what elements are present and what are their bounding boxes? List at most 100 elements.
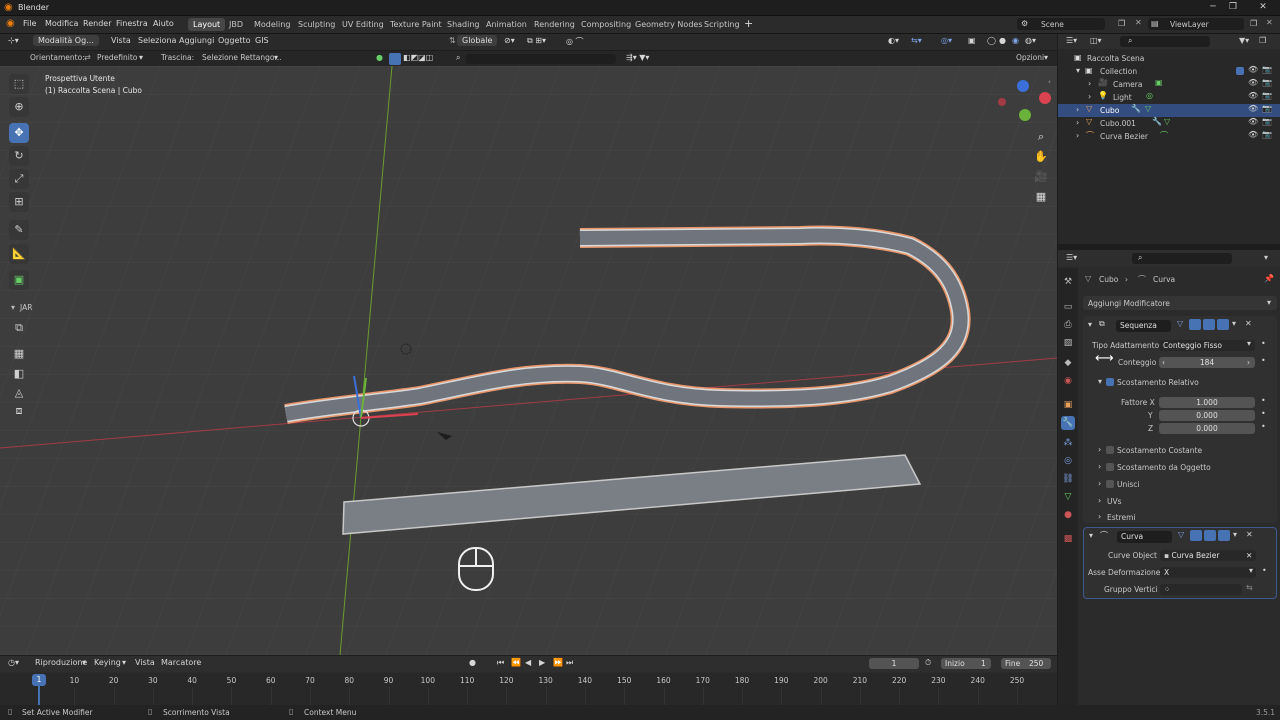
collection-checkbox[interactable] bbox=[1236, 67, 1244, 75]
display-mode-icon[interactable]: ◫▾ bbox=[1090, 36, 1102, 45]
deform-axis-dropdown[interactable]: X bbox=[1160, 567, 1256, 578]
drag-dropdown[interactable]: Selezione Rettango... bbox=[202, 53, 282, 62]
select-box-icon[interactable] bbox=[389, 53, 401, 65]
jar-tool-5-icon[interactable]: ⧈ bbox=[9, 401, 29, 421]
menu-vista[interactable]: Vista bbox=[111, 36, 131, 45]
new-collection-icon[interactable]: ❐ bbox=[1259, 36, 1266, 45]
outliner-root[interactable]: ▣ Raccolta Scena bbox=[1058, 52, 1280, 65]
subpanel-caps[interactable]: Estremi bbox=[1107, 513, 1136, 522]
select-tool-icon[interactable]: ⬚ bbox=[9, 74, 29, 94]
render-camera-icon[interactable]: 📷 bbox=[1262, 104, 1272, 113]
constraints-tab-icon[interactable]: ⛓ bbox=[1061, 472, 1075, 486]
wireframe-shading-icon[interactable]: ◯ bbox=[987, 36, 996, 45]
subpanel-constant-offset[interactable]: Scostamento Costante bbox=[1117, 446, 1202, 455]
viewport-toggle-icon[interactable] bbox=[1203, 319, 1215, 330]
maximize-icon[interactable]: ❐ bbox=[1222, 2, 1244, 14]
add-modifier-button[interactable]: Aggiungi Modificatore ▾ bbox=[1083, 296, 1277, 310]
ortho-grid-icon[interactable]: ▦ bbox=[1032, 188, 1050, 206]
texture-tab-icon[interactable]: ▩ bbox=[1061, 532, 1075, 546]
edit-mode-toggle-icon[interactable]: ▽ bbox=[1178, 530, 1184, 539]
modifier-wrench-icon[interactable]: 🔧 bbox=[1131, 104, 1141, 113]
visibility-eye-icon[interactable]: 👁 bbox=[1248, 91, 1258, 100]
mesh-data-icon[interactable]: ▽ bbox=[1164, 117, 1170, 126]
menu-gis[interactable]: GIS bbox=[255, 36, 269, 45]
pin-icon[interactable]: 📌 bbox=[1264, 274, 1274, 283]
tab-geometry-nodes[interactable]: Geometry Nodes bbox=[630, 18, 707, 31]
outliner-row-cubo[interactable]: › ▽ Cubo 🔧 ▽ 👁 📷 bbox=[1058, 104, 1280, 117]
pan-hand-icon[interactable]: ✋ bbox=[1032, 148, 1050, 166]
visibility-eye-icon[interactable]: 👁 bbox=[1248, 65, 1258, 74]
nav-gizmo-z-icon[interactable] bbox=[1017, 80, 1029, 92]
modifier-delete-icon[interactable]: ✕ bbox=[1245, 319, 1252, 328]
outliner-row-collection[interactable]: ▾ ▣ Collection 👁 📷 bbox=[1058, 65, 1280, 78]
start-frame-field[interactable]: Inizio 1 bbox=[941, 658, 991, 669]
delete-scene-icon[interactable]: ✕ bbox=[1135, 18, 1142, 27]
subpanel-chevron-icon[interactable]: › bbox=[1098, 445, 1101, 454]
solid-shading-icon[interactable]: ● bbox=[999, 36, 1006, 45]
relative-offset-checkbox[interactable] bbox=[1106, 378, 1114, 386]
render-camera-icon[interactable]: 📷 bbox=[1262, 130, 1272, 139]
expand-chevron-icon[interactable]: › bbox=[1076, 105, 1079, 114]
outliner-row-cubo001[interactable]: › ▽ Cubo.001 🔧 ▽ 👁 📷 bbox=[1058, 117, 1280, 130]
particles-tab-icon[interactable]: ⁂ bbox=[1061, 436, 1075, 450]
expand-chevron-icon[interactable]: › bbox=[1088, 92, 1091, 101]
outliner-row-camera[interactable]: › 🎥 Camera ▣ 👁 📷 bbox=[1058, 78, 1280, 91]
array-modifier-name[interactable]: Sequenza bbox=[1116, 320, 1171, 332]
record-icon[interactable]: ● bbox=[469, 658, 476, 667]
menu-file[interactable]: File bbox=[23, 19, 36, 28]
new-viewlayer-icon[interactable]: ❐ bbox=[1250, 19, 1257, 28]
menu-seleziona[interactable]: Seleziona bbox=[138, 36, 176, 45]
add-cube-tool-icon[interactable]: ▣ bbox=[9, 270, 29, 290]
render-camera-icon[interactable]: 📷 bbox=[1262, 78, 1272, 87]
material-shading-icon[interactable]: ◉ bbox=[1012, 36, 1019, 45]
outliner-search-input[interactable]: ⌕ bbox=[1120, 36, 1210, 47]
edit-mode-toggle-icon[interactable]: ▽ bbox=[1177, 319, 1183, 328]
keyframe-dot-icon[interactable]: • bbox=[1262, 566, 1267, 575]
expand-chevron-icon[interactable]: › bbox=[1076, 118, 1079, 127]
current-frame-field[interactable]: 1 bbox=[869, 658, 919, 669]
measure-tool-icon[interactable]: 📐 bbox=[9, 244, 29, 264]
proportional-edit-icon[interactable]: ◎ ⌒ bbox=[566, 36, 584, 47]
modifier-wrench-icon[interactable]: 🔧 bbox=[1152, 117, 1162, 126]
vertex-group-field[interactable]: ⁘ bbox=[1160, 584, 1242, 595]
menu-aggiungi[interactable]: Aggiungi bbox=[179, 36, 214, 45]
annotate-tool-icon[interactable]: ✎ bbox=[9, 220, 29, 240]
outliner-filter-icon[interactable]: ▼▾ bbox=[1239, 36, 1249, 45]
gizmo-icon[interactable]: ⇆▾ bbox=[911, 36, 922, 45]
curve-modifier-name[interactable]: Curva bbox=[1117, 531, 1172, 543]
rotate-tool-icon[interactable]: ↻ bbox=[9, 146, 29, 166]
keyframe-dot-icon[interactable]: • bbox=[1261, 339, 1266, 348]
viewport-scene[interactable] bbox=[0, 66, 1057, 655]
overlay-icon[interactable]: ◎▾ bbox=[941, 36, 952, 45]
properties-search-input[interactable]: ⌕ bbox=[1132, 253, 1232, 264]
subpanel-chevron-icon[interactable]: › bbox=[1098, 462, 1101, 471]
tab-modeling[interactable]: Modeling bbox=[249, 18, 295, 31]
clear-field-icon[interactable]: ✕ bbox=[1246, 550, 1252, 561]
data-tab-icon[interactable]: ▽ bbox=[1061, 490, 1075, 504]
cage-toggle-icon[interactable] bbox=[1190, 530, 1202, 541]
editor-type-icon[interactable]: ⊹▾ bbox=[8, 36, 19, 45]
jump-start-icon[interactable]: ⏮ bbox=[497, 658, 504, 668]
snap-icon[interactable]: ⧉ ⊞▾ bbox=[527, 36, 546, 46]
menu-oggetto[interactable]: Oggetto bbox=[218, 36, 251, 45]
visibility-icon[interactable]: ◐▾ bbox=[888, 36, 899, 45]
tab-scripting[interactable]: Scripting bbox=[699, 18, 745, 31]
modifier-tab-icon[interactable]: 🔧 bbox=[1061, 416, 1075, 430]
pivot-icon[interactable]: ⊘▾ bbox=[504, 36, 515, 45]
scene-selector[interactable]: ⚙ Scene bbox=[1017, 18, 1105, 30]
orientation-dropdown[interactable]: Predefinito bbox=[97, 53, 137, 62]
constant-offset-checkbox[interactable] bbox=[1106, 446, 1114, 454]
menu-finestra[interactable]: Finestra bbox=[116, 19, 148, 28]
jar-tool-3-icon[interactable]: ◧ bbox=[9, 364, 29, 384]
jar-chevron-icon[interactable]: ▾ bbox=[11, 303, 15, 312]
camera-view-icon[interactable]: 🎥 bbox=[1032, 168, 1050, 186]
light-data-icon[interactable]: ◎ bbox=[1146, 91, 1153, 100]
new-scene-icon[interactable]: ❐ bbox=[1118, 19, 1125, 28]
physics-tab-icon[interactable]: ◎ bbox=[1061, 454, 1075, 468]
subpanel-uvs[interactable]: UVs bbox=[1107, 497, 1122, 506]
3d-viewport[interactable]: Prospettiva Utente (1) Raccolta Scena | … bbox=[0, 66, 1057, 655]
jump-end-icon[interactable]: ⏭ bbox=[566, 658, 573, 668]
merge-checkbox[interactable] bbox=[1106, 480, 1114, 488]
tab-rendering[interactable]: Rendering bbox=[529, 18, 580, 31]
relative-offset-chevron-icon[interactable]: ▾ bbox=[1098, 377, 1102, 386]
